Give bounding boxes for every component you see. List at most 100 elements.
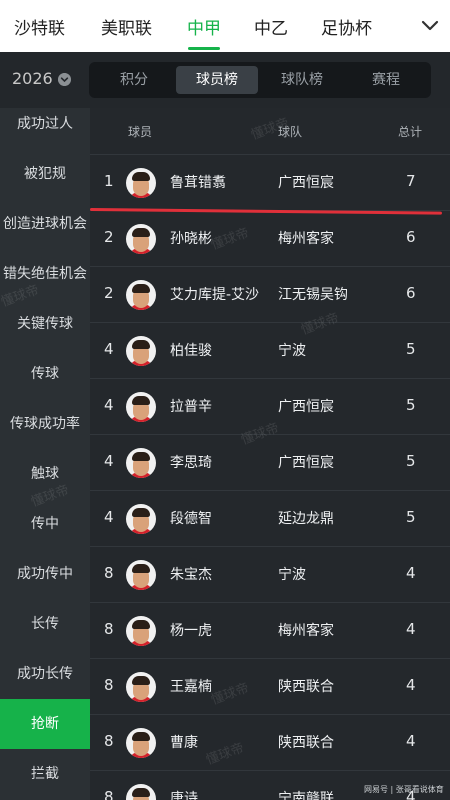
tab-china-league-one[interactable]: 中甲 [187,14,221,39]
tab-schedule[interactable]: 赛程 [345,66,427,94]
filter-row: 2026 积分 球员榜 球队榜 赛程 [0,52,450,108]
row-rank: 8 [104,564,114,582]
team-name[interactable]: 梅州客家 [278,228,334,248]
team-name[interactable]: 宁波 [278,564,306,584]
sidebar-item-successful-dribbles[interactable]: 成功过人 [0,108,90,149]
player-name[interactable]: 王嘉楠 [170,676,212,696]
chevron-down-icon[interactable] [418,13,442,37]
season-selector[interactable]: 2026 [12,69,53,88]
row-total: 5 [406,396,416,414]
player-avatar [126,336,156,366]
player-name[interactable]: 柏佳骏 [170,340,212,360]
tab-standings[interactable]: 积分 [93,66,175,94]
player-avatar [126,504,156,534]
tab-player-rankings[interactable]: 球员榜 [176,66,258,94]
row-total: 4 [406,564,416,582]
row-rank: 1 [104,172,114,190]
team-name[interactable]: 广西恒宸 [278,396,334,416]
table-row[interactable]: 4 李思琦 广西恒宸 5 [90,434,450,490]
player-avatar [126,728,156,758]
player-avatar [126,784,156,800]
header-total: 总计 [398,125,423,139]
table-row[interactable]: 8 曹康 陕西联合 4 [90,714,450,770]
row-rank: 2 [104,228,114,246]
player-avatar [126,168,156,198]
row-rank: 4 [104,508,114,526]
sidebar-item-crosses[interactable]: 传中 [0,499,90,549]
table-row[interactable]: 8 杨一虎 梅州客家 4 [90,602,450,658]
stat-category-sidebar: 成功过人 被犯规 创造进球机会 错失绝佳机会 关键传球 传球 传球成功率 触球 … [0,108,90,800]
player-name[interactable]: 唐诗 [170,788,198,800]
team-name[interactable]: 梅州客家 [278,620,334,640]
row-total: 4 [406,676,416,694]
team-name[interactable]: 陕西联合 [278,732,334,752]
player-name[interactable]: 孙晓彬 [170,228,212,248]
row-rank: 8 [104,732,114,750]
row-total: 5 [406,508,416,526]
player-name[interactable]: 曹康 [170,732,198,752]
player-avatar [126,280,156,310]
player-avatar [126,616,156,646]
row-rank: 4 [104,396,114,414]
team-name[interactable]: 陕西联合 [278,676,334,696]
table-row[interactable]: 2 孙晓彬 梅州客家 6 [90,210,450,266]
sidebar-item-successful-crosses[interactable]: 成功传中 [0,549,90,599]
player-avatar [126,560,156,590]
row-rank: 2 [104,284,114,302]
row-rank: 4 [104,452,114,470]
player-name[interactable]: 拉普辛 [170,396,212,416]
tab-mls[interactable]: 美职联 [101,14,152,39]
row-total: 6 [406,284,416,302]
tab-team-rankings[interactable]: 球队榜 [261,66,343,94]
row-rank: 4 [104,340,114,358]
player-name[interactable]: 朱宝杰 [170,564,212,584]
row-total: 4 [406,732,416,750]
sidebar-item-passes[interactable]: 传球 [0,349,90,399]
team-name[interactable]: 延边龙鼎 [278,508,334,528]
player-name[interactable]: 李思琦 [170,452,212,472]
header-player: 球员 [128,125,153,139]
player-name[interactable]: 段德智 [170,508,212,528]
tab-fa-cup[interactable]: 足协杯 [321,14,372,39]
sidebar-item-fouled[interactable]: 被犯规 [0,149,90,199]
sub-tab-bar: 积分 球员榜 球队榜 赛程 [89,62,431,98]
tab-saudi-league[interactable]: 沙特联 [14,14,65,39]
sidebar-item-successful-long-balls[interactable]: 成功长传 [0,649,90,699]
row-rank: 8 [104,676,114,694]
sidebar-item-tackles[interactable]: 抢断 [0,699,90,749]
sidebar-item-chances-created[interactable]: 创造进球机会 [0,199,90,249]
sidebar-item-interceptions[interactable]: 拦截 [0,749,90,799]
season-chevron-icon[interactable] [58,73,71,86]
table-row[interactable]: 8 王嘉楠 陕西联合 4 [90,658,450,714]
team-name[interactable]: 宁南赣联 [278,788,334,800]
table-row[interactable]: 4 柏佳骏 宁波 5 [90,322,450,378]
player-ranking-table: 球员 球队 总计 1 鲁茸错翥 广西恒宸 7 2 孙晓彬 梅州客家 6 2 艾力库提-艾沙 江无锡吴… [90,108,450,800]
team-name[interactable]: 广西恒宸 [278,172,334,192]
player-name[interactable]: 艾力库提-艾沙 [170,284,259,304]
team-name[interactable]: 宁波 [278,340,306,360]
league-tab-bar: 沙特联 美职联 中甲 中乙 足协杯 [0,0,450,52]
tab-china-league-two[interactable]: 中乙 [254,14,288,39]
player-avatar [126,224,156,254]
player-avatar [126,672,156,702]
source-credit: 网易号 | 张哥看说体育 [364,785,444,794]
table-row[interactable]: 4 段德智 延边龙鼎 5 [90,490,450,546]
player-name[interactable]: 鲁茸错翥 [170,172,226,192]
row-total: 5 [406,452,416,470]
sidebar-item-pass-accuracy[interactable]: 传球成功率 [0,399,90,449]
sidebar-item-long-balls[interactable]: 长传 [0,599,90,649]
table-row[interactable]: 8 朱宝杰 宁波 4 [90,546,450,602]
row-total: 6 [406,228,416,246]
active-tab-indicator [188,47,220,50]
row-rank: 8 [104,788,114,800]
player-name[interactable]: 杨一虎 [170,620,212,640]
row-total: 7 [406,172,416,190]
table-row[interactable]: 1 鲁茸错翥 广西恒宸 7 [90,154,450,210]
row-rank: 8 [104,620,114,638]
row-total: 4 [406,620,416,638]
player-avatar [126,392,156,422]
team-name[interactable]: 江无锡吴钩 [278,284,348,304]
table-row[interactable]: 2 艾力库提-艾沙 江无锡吴钩 6 [90,266,450,322]
team-name[interactable]: 广西恒宸 [278,452,334,472]
row-total: 5 [406,340,416,358]
